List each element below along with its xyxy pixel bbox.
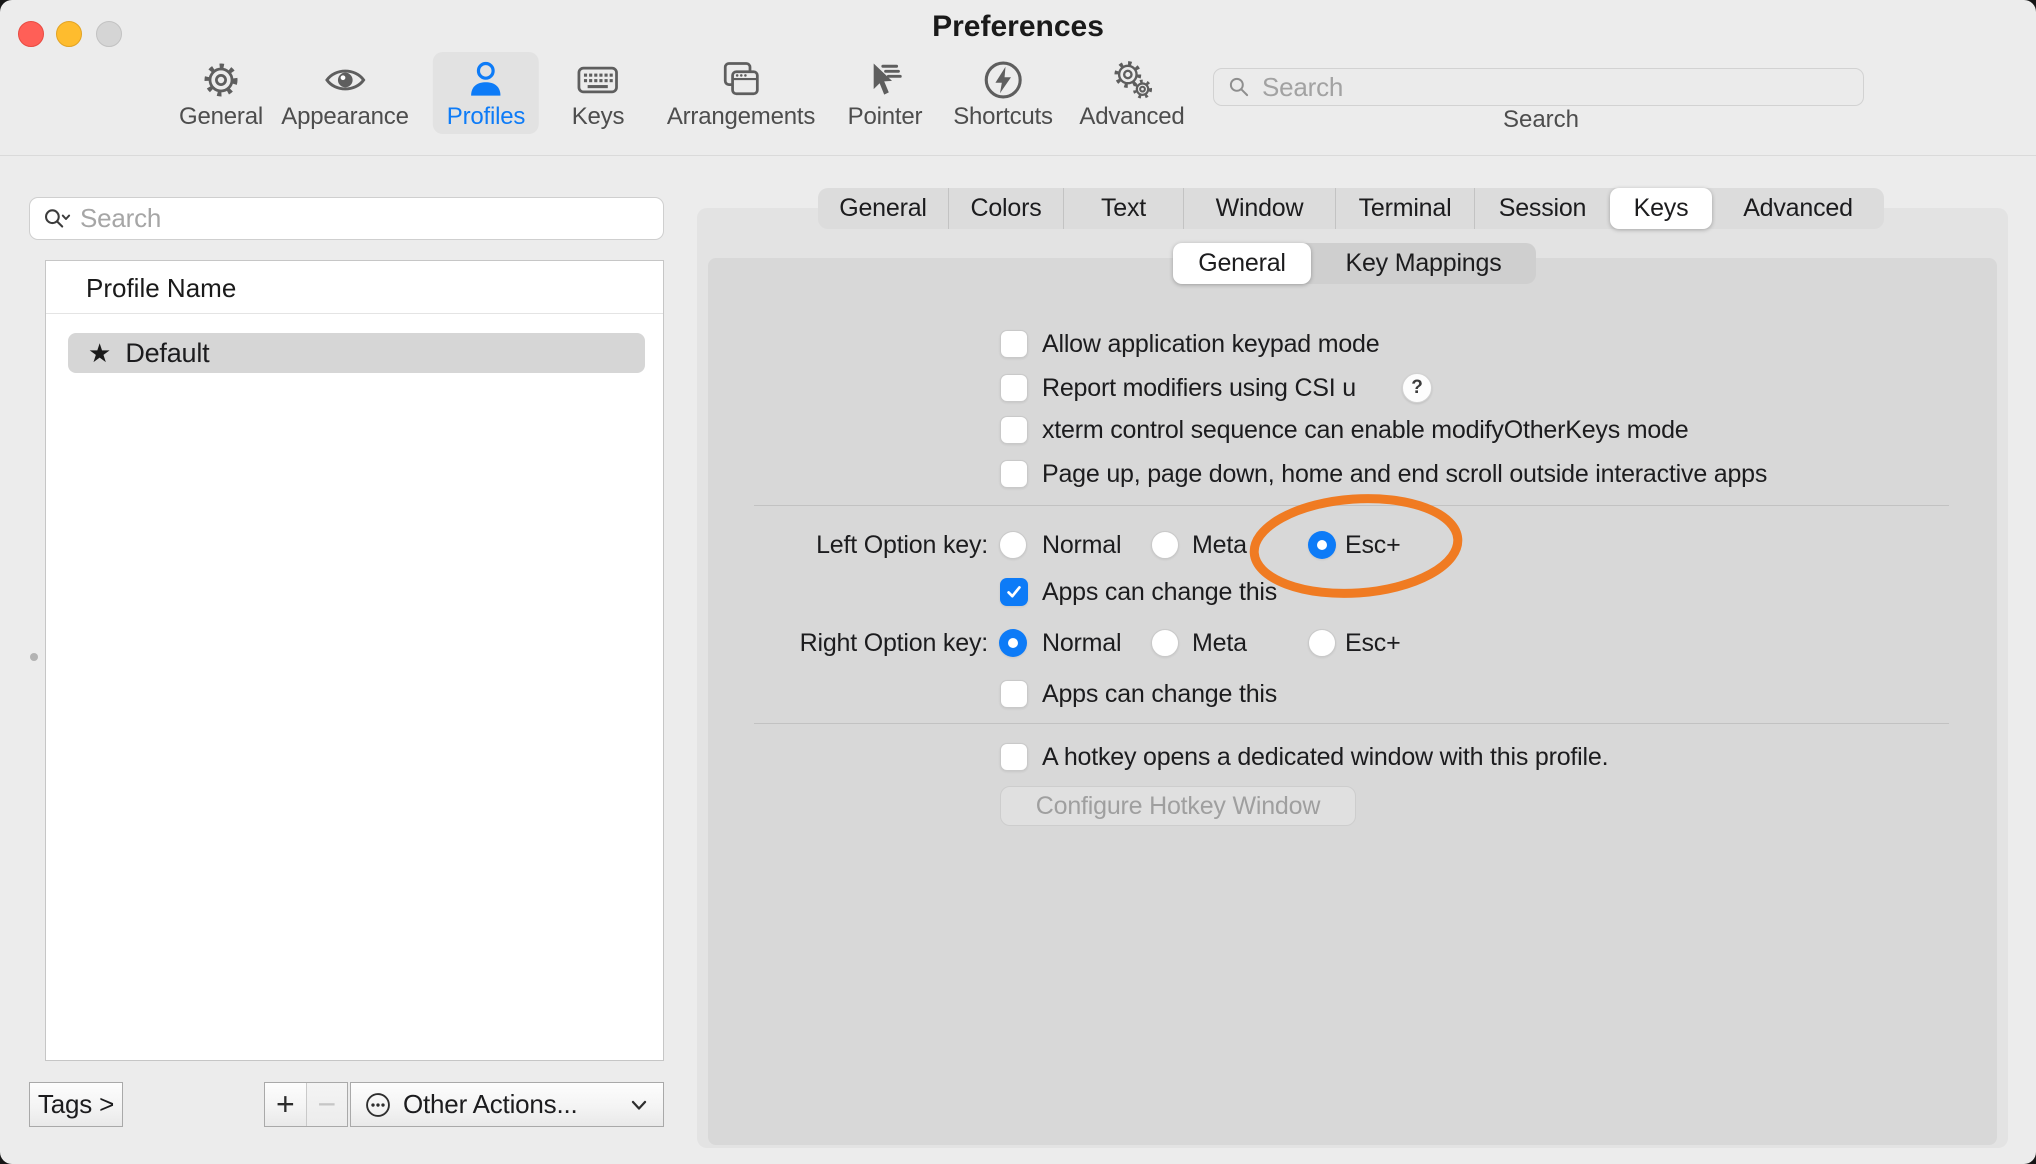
person-icon [464, 58, 508, 102]
section-divider [754, 505, 1949, 506]
search-menu-icon [42, 204, 72, 234]
star-icon: ★ [88, 338, 111, 369]
toolbar-label: Pointer [848, 104, 923, 130]
subtab-key-mappings[interactable]: Key Mappings [1311, 243, 1536, 284]
toolbar-item-shortcuts[interactable]: Shortcuts [939, 52, 1067, 134]
profile-search-input[interactable] [78, 202, 663, 235]
radio-right-option-esc[interactable] [1308, 629, 1336, 657]
toolbar-divider [0, 155, 2036, 156]
radio-right-option-meta[interactable] [1151, 629, 1179, 657]
help-button[interactable]: ? [1402, 373, 1432, 403]
radio-left-option-normal[interactable] [999, 531, 1027, 559]
radio-label: Esc+ [1345, 628, 1400, 658]
profile-name: Default [125, 338, 209, 369]
splitter-dot [30, 653, 38, 661]
toolbar-item-general[interactable]: General [165, 52, 277, 134]
toolbar-label: Arrangements [667, 104, 815, 130]
profile-list: Profile Name ★ Default [45, 260, 664, 1061]
configure-hotkey-window-button[interactable]: Configure Hotkey Window [1000, 786, 1356, 826]
checkbox-label: Report modifiers using CSI u [1042, 373, 1356, 403]
tab-general[interactable]: General [818, 188, 948, 229]
radio-label: Meta [1192, 530, 1247, 560]
tab-text[interactable]: Text [1063, 188, 1183, 229]
tab-session[interactable]: Session [1474, 188, 1610, 229]
plus-icon: + [276, 1086, 295, 1123]
subtab-general[interactable]: General [1173, 243, 1311, 284]
checkbox-csi-u[interactable] [1000, 374, 1028, 402]
radio-right-option-normal[interactable] [999, 629, 1027, 657]
tab-terminal[interactable]: Terminal [1335, 188, 1474, 229]
other-actions-dropdown[interactable]: Other Actions... [350, 1082, 664, 1127]
gear-icon [199, 58, 243, 102]
add-profile-button[interactable]: + [265, 1083, 307, 1126]
tab-colors[interactable]: Colors [948, 188, 1063, 229]
toolbar-item-appearance[interactable]: Appearance [267, 52, 422, 134]
remove-profile-button[interactable]: − [307, 1083, 348, 1126]
other-actions-label: Other Actions... [403, 1089, 578, 1120]
left-option-key-label: Left Option key: [688, 530, 988, 560]
chevron-down-icon [627, 1093, 651, 1117]
checkbox-label: Apps can change this [1042, 577, 1277, 607]
checkbox-modify-other-keys[interactable] [1000, 416, 1028, 444]
tab-keys[interactable]: Keys [1610, 188, 1712, 229]
checkbox-label: xterm control sequence can enable modify… [1042, 415, 1689, 445]
bolt-icon [981, 58, 1025, 102]
profile-row-default[interactable]: ★ Default [68, 333, 645, 373]
checkbox-right-apps-change[interactable] [1000, 680, 1028, 708]
radio-label: Normal [1042, 530, 1121, 560]
tags-button[interactable]: Tags > [29, 1082, 123, 1127]
keys-subtab-bar: General Key Mappings [1173, 243, 1536, 284]
toolbar-item-arrangements[interactable]: Arrangements [653, 52, 829, 134]
preferences-window: Preferences General Appearance Profiles [0, 0, 2036, 1164]
toolbar-label: Profiles [447, 104, 525, 130]
checkbox-hotkey-window[interactable] [1000, 743, 1028, 771]
profile-list-header: Profile Name [86, 273, 236, 304]
checkbox-left-apps-change[interactable] [1000, 578, 1028, 606]
toolbar-label: Keys [572, 104, 625, 130]
gears-icon [1110, 58, 1154, 102]
radio-label: Esc+ [1345, 530, 1400, 560]
toolbar-label: Appearance [281, 104, 408, 130]
checkbox-keypad-mode[interactable] [1000, 330, 1028, 358]
toolbar-label: General [179, 104, 263, 130]
search-icon [1226, 74, 1252, 100]
checkbox-label: Allow application keypad mode [1042, 329, 1379, 359]
checkmark-icon [1004, 582, 1024, 602]
radio-left-option-esc[interactable] [1308, 531, 1336, 559]
checkbox-label: Apps can change this [1042, 679, 1277, 709]
list-header-separator [46, 313, 663, 314]
right-option-key-label: Right Option key: [688, 628, 988, 658]
ellipsis-circle-icon [363, 1090, 393, 1120]
profile-tab-bar: General Colors Text Window Terminal Sess… [818, 188, 1884, 229]
toolbar-search-field[interactable] [1213, 68, 1864, 106]
tab-window[interactable]: Window [1183, 188, 1335, 229]
toolbar-item-keys[interactable]: Keys [558, 52, 639, 134]
toolbar-search-label: Search [1503, 106, 1579, 134]
section-divider [754, 723, 1949, 724]
radio-left-option-meta[interactable] [1151, 531, 1179, 559]
checkbox-label: A hotkey opens a dedicated window with t… [1042, 742, 1608, 772]
profile-search-field[interactable] [29, 197, 664, 240]
cursor-icon [863, 58, 907, 102]
windows-icon [719, 58, 763, 102]
minus-icon: − [318, 1086, 337, 1123]
keyboard-icon [576, 58, 620, 102]
toolbar-item-advanced[interactable]: Advanced [1065, 52, 1198, 134]
radio-label: Normal [1042, 628, 1121, 658]
checkbox-page-scroll[interactable] [1000, 460, 1028, 488]
radio-label: Meta [1192, 628, 1247, 658]
toolbar-label: Advanced [1079, 104, 1184, 130]
eye-icon [323, 58, 367, 102]
toolbar-item-profiles[interactable]: Profiles [433, 52, 539, 134]
toolbar-label: Shortcuts [953, 104, 1053, 130]
tab-advanced[interactable]: Advanced [1712, 188, 1884, 229]
add-remove-group: + − [264, 1082, 348, 1127]
tags-button-label: Tags > [38, 1089, 114, 1120]
toolbar-search-input[interactable] [1260, 71, 1863, 104]
toolbar-item-pointer[interactable]: Pointer [834, 52, 937, 134]
window-title: Preferences [0, 10, 2036, 44]
checkbox-label: Page up, page down, home and end scroll … [1042, 459, 1767, 489]
